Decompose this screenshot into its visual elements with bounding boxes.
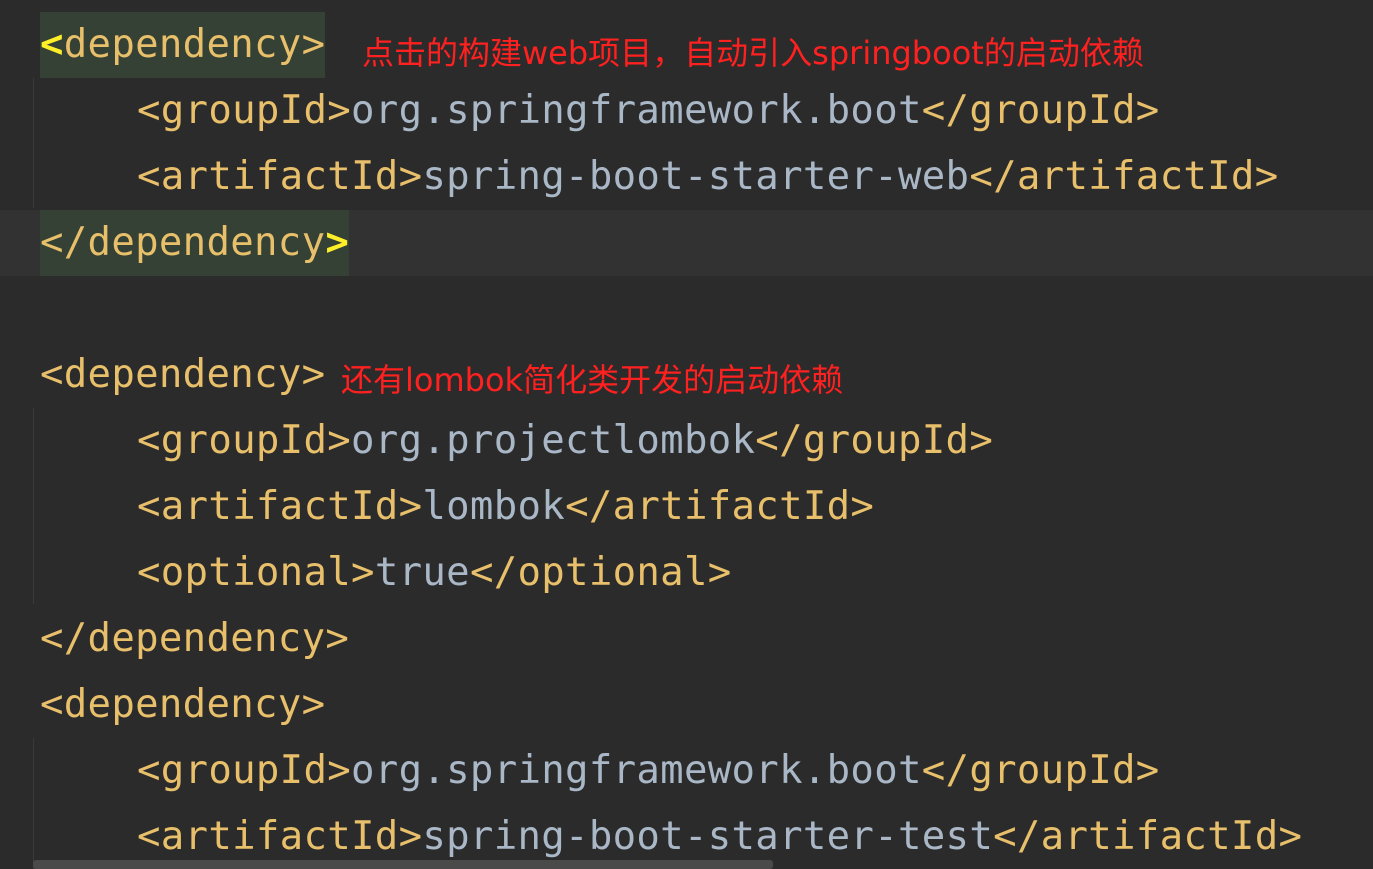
code-line[interactable]: <artifactId>spring-boot-starter-web</art… <box>0 144 1373 210</box>
code-editor[interactable]: <dependency> <groupId>org.springframewor… <box>0 0 1373 869</box>
brace-match-highlight: <dependency> <box>40 12 326 78</box>
code-line[interactable]: <groupId>org.projectlombok</groupId> <box>0 408 1373 474</box>
annotation-lombok: 还有lombok简化类开发的启动依赖 <box>341 361 844 399</box>
code-line[interactable]: <groupId>org.springframework.boot</group… <box>0 78 1373 144</box>
code-line[interactable]: <groupId>org.springframework.boot</group… <box>0 738 1373 804</box>
current-code-line[interactable]: </dependency> <box>0 210 1373 276</box>
code-content: <optional>true</optional> <box>137 550 732 595</box>
code-content: <groupId>org.projectlombok</groupId> <box>137 418 994 463</box>
code-content: <dependency> <box>40 12 326 78</box>
code-content: </dependency> <box>40 210 350 276</box>
code-content: <artifactId>spring-boot-starter-web</art… <box>137 154 1279 199</box>
annotation-web-starter: 点击的构建web项目，自动引入springboot的启动依赖 <box>362 34 1144 72</box>
code-line[interactable]: <optional>true</optional> <box>0 540 1373 606</box>
code-content: </dependency> <box>40 616 350 661</box>
code-content: <artifactId>lombok</artifactId> <box>137 484 875 529</box>
code-line[interactable]: <artifactId>lombok</artifactId> <box>0 474 1373 540</box>
code-content: <groupId>org.springframework.boot</group… <box>137 748 1160 793</box>
code-line[interactable]: <dependency> <box>0 672 1373 738</box>
brace-match-highlight: </dependency> <box>40 210 350 276</box>
code-content: <dependency> <box>40 352 326 397</box>
code-content: <dependency> <box>40 682 326 727</box>
code-line[interactable] <box>0 276 1373 342</box>
code-line[interactable]: </dependency> <box>0 606 1373 672</box>
horizontal-scrollbar[interactable] <box>33 860 773 869</box>
code-content: <groupId>org.springframework.boot</group… <box>137 88 1160 133</box>
